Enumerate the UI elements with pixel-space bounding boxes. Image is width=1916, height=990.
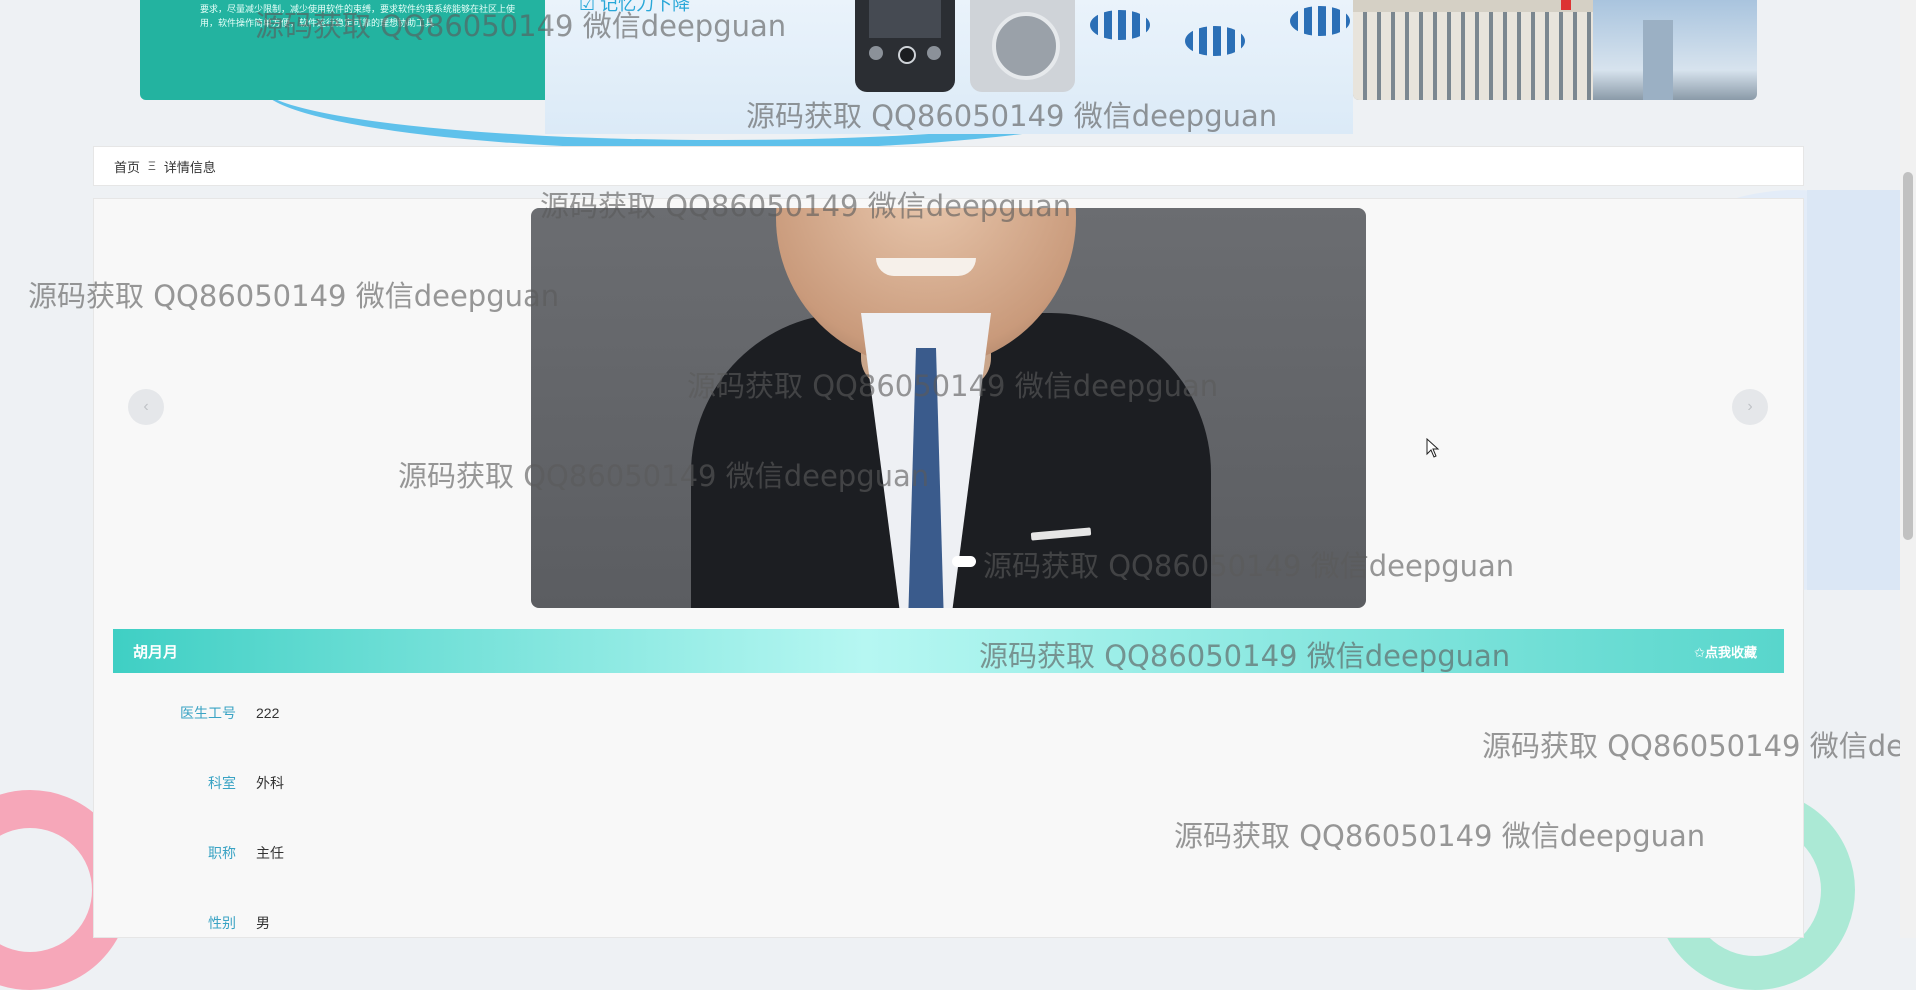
building-image: [1353, 0, 1593, 100]
info-row-title: 职称 主任: [113, 843, 813, 863]
decorative-strip-right: [1807, 190, 1909, 590]
watermark-clip: 源码获取 QQ86050149 微信deepguan: [1482, 723, 1900, 763]
watermark-text: 源码获取 QQ86050149 微信deepguan: [979, 639, 1511, 673]
info-row-doctor-id: 医生工号 222: [113, 703, 813, 723]
fish-icon: [1290, 6, 1350, 36]
info-value: 外科: [256, 775, 284, 791]
info-label: 医生工号: [180, 705, 236, 721]
fish-icon: [1090, 10, 1150, 40]
watermark-text: 源码获取 QQ86050149 微信deepguan: [1482, 729, 1900, 763]
watermark-text: 源码获取 QQ86050149 微信deepguan: [1174, 819, 1706, 853]
info-value: 主任: [256, 845, 284, 861]
breadcrumb: 首页 Ξ 详情信息: [93, 146, 1804, 186]
watermark-text: 源码获取 QQ86050149 微信deepguan: [28, 279, 560, 313]
carousel-prev-button[interactable]: ‹: [128, 389, 164, 425]
fish-icon: [1185, 26, 1245, 56]
info-label: 性别: [208, 915, 236, 931]
scrollbar-thumb[interactable]: [1903, 172, 1913, 540]
dial-device-image: [970, 0, 1075, 92]
info-row-gender: 性别 男: [113, 913, 813, 933]
watermark-text: 源码获取 QQ86050149 微信deepguan: [398, 459, 930, 493]
info-value: 男: [256, 915, 270, 931]
chevron-left-icon: ‹: [143, 398, 149, 415]
info-label: 职称: [208, 845, 236, 861]
info-value: 222: [256, 705, 280, 721]
watermark-text: 源码获取 QQ86050149 微信deepguan: [255, 9, 787, 43]
mouse-cursor-icon: [1426, 438, 1440, 458]
watermark-text: 源码获取 QQ86050149 微信deepguan: [983, 549, 1515, 583]
flag-icon: [1561, 0, 1571, 10]
doctor-name: 胡月月: [133, 643, 179, 661]
chevron-right-icon: ›: [1747, 398, 1753, 415]
favorite-button[interactable]: ✩点我收藏: [1694, 642, 1757, 661]
watermark-text: 源码获取 QQ86050149 微信deepguan: [687, 369, 1219, 403]
watermark-text: 源码获取 QQ86050149 微信deepguan: [746, 99, 1278, 133]
info-row-department: 科室 外科: [113, 773, 813, 793]
detail-title-bar: 胡月月 ✩点我收藏: [113, 629, 1784, 673]
carousel-next-button[interactable]: ›: [1732, 389, 1768, 425]
banner-card-right[interactable]: [1353, 0, 1757, 100]
breadcrumb-current: 详情信息: [163, 159, 216, 175]
breadcrumb-home-link[interactable]: 首页: [114, 157, 140, 176]
info-label: 科室: [208, 775, 236, 791]
page-scrollbar[interactable]: [1900, 0, 1916, 938]
device-image: [855, 0, 955, 92]
breadcrumb-separator-icon: Ξ: [148, 159, 156, 173]
watermark-text: 源码获取 QQ86050149 微信deepguan: [540, 189, 1072, 223]
carousel-indicator-dot[interactable]: [952, 556, 976, 567]
